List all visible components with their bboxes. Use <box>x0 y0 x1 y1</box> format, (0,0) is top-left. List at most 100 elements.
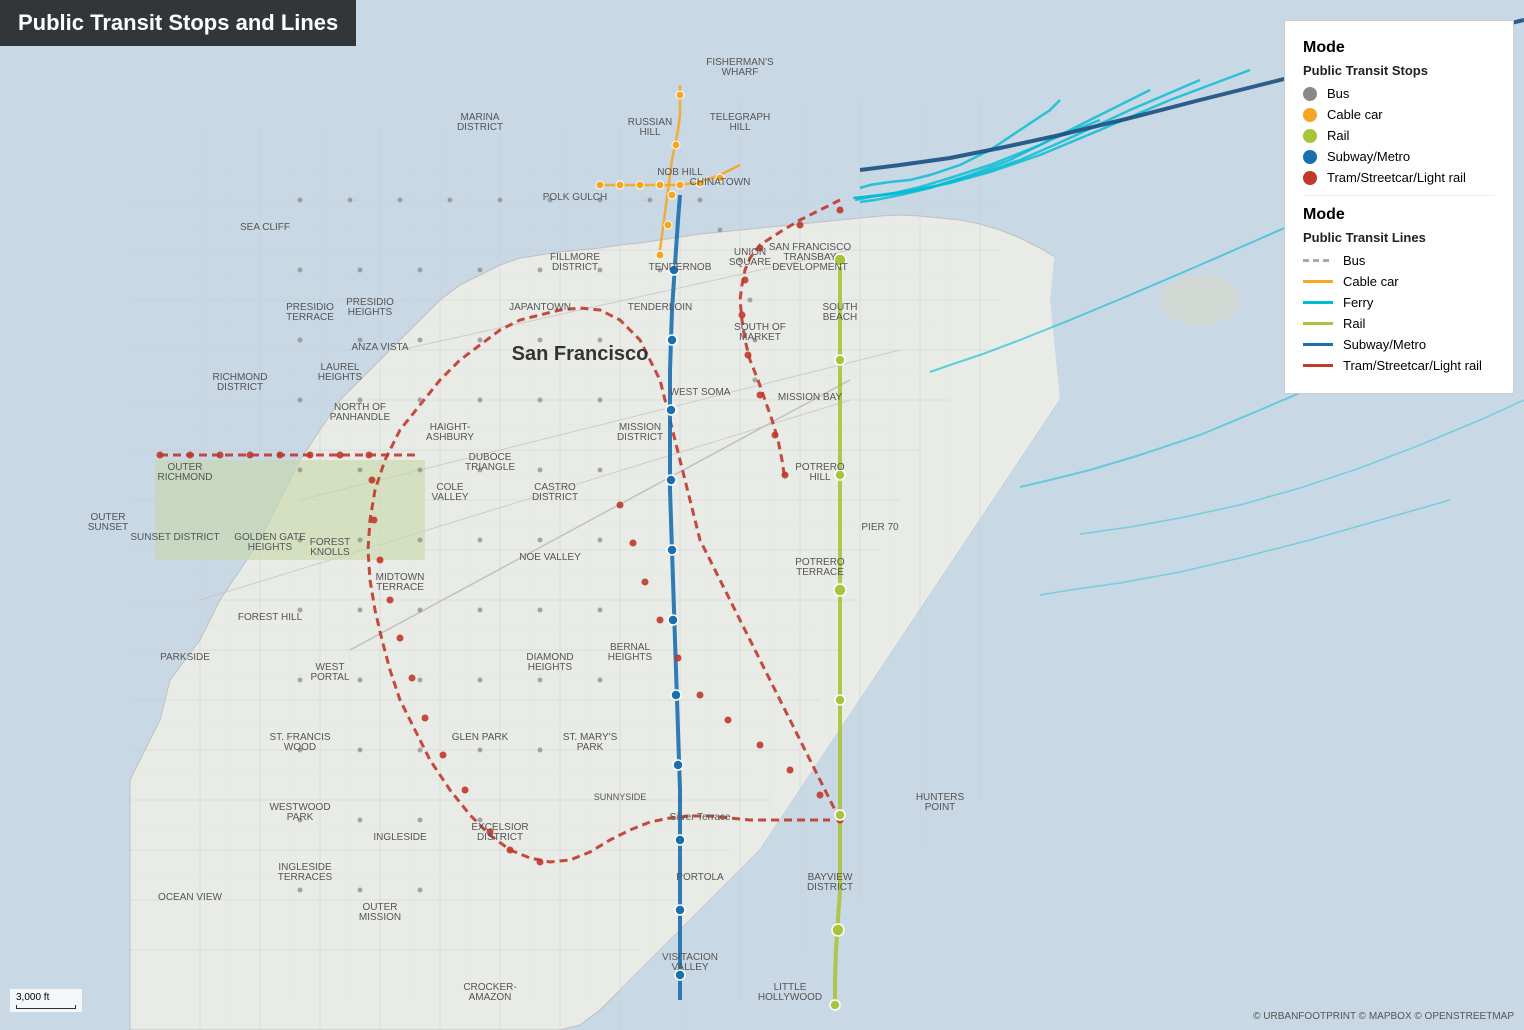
lines-mode-title: Mode <box>1303 206 1495 224</box>
svg-text:SUNSET: SUNSET <box>88 522 129 533</box>
svg-text:HEIGHTS: HEIGHTS <box>528 662 573 673</box>
copyright-text: © URBANFOOTPRINT © MAPBOX © OPENSTREETMA… <box>1253 1011 1514 1022</box>
legend-panel: Mode Public Transit Stops Bus Cable car … <box>1284 20 1514 394</box>
svg-text:DEVELOPMENT: DEVELOPMENT <box>772 262 848 273</box>
svg-text:ANZA VISTA: ANZA VISTA <box>351 342 408 353</box>
svg-text:SUNNYSIDE: SUNNYSIDE <box>594 792 647 802</box>
legend-divider <box>1303 195 1495 196</box>
lines-legend-line <box>1303 259 1333 262</box>
svg-text:OCEAN VIEW: OCEAN VIEW <box>158 892 222 903</box>
svg-text:HILL: HILL <box>729 122 751 133</box>
svg-text:PORTOLA: PORTOLA <box>676 872 724 883</box>
svg-text:DISTRICT: DISTRICT <box>617 432 663 443</box>
stops-legend-item: Subway/Metro <box>1303 149 1495 164</box>
svg-text:HEIGHTS: HEIGHTS <box>318 372 363 383</box>
stops-legend-label: Subway/Metro <box>1327 149 1410 164</box>
svg-text:DISTRICT: DISTRICT <box>552 262 598 273</box>
stops-legend-item: Cable car <box>1303 107 1495 122</box>
stops-legend-dot <box>1303 87 1317 101</box>
svg-text:SEA CLIFF: SEA CLIFF <box>240 222 290 233</box>
stops-legend-dot <box>1303 171 1317 185</box>
svg-text:TERRACE: TERRACE <box>286 312 334 323</box>
svg-text:TENDERLOIN: TENDERLOIN <box>628 302 692 313</box>
svg-text:TENDERNOB: TENDERNOB <box>649 262 712 273</box>
svg-text:WEST SOMA: WEST SOMA <box>670 387 731 398</box>
svg-text:HILL: HILL <box>639 127 661 138</box>
svg-text:HOLLYWOOD: HOLLYWOOD <box>758 992 822 1003</box>
stops-legend-label: Rail <box>1327 128 1349 143</box>
scale-text: 3,000 ft <box>16 992 49 1003</box>
svg-text:MARKET: MARKET <box>739 332 781 343</box>
lines-legend-item: Rail <box>1303 316 1495 331</box>
lines-legend-label: Tram/Streetcar/Light rail <box>1343 358 1482 373</box>
page-title: Public Transit Stops and Lines <box>0 0 356 46</box>
stops-legend-item: Tram/Streetcar/Light rail <box>1303 170 1495 185</box>
svg-text:AMAZON: AMAZON <box>469 992 512 1003</box>
stops-legend-item: Rail <box>1303 128 1495 143</box>
lines-legend-line <box>1303 364 1333 367</box>
svg-text:RICHMOND: RICHMOND <box>158 472 213 483</box>
svg-text:INGLESIDE: INGLESIDE <box>373 832 427 843</box>
svg-text:PARKSIDE: PARKSIDE <box>160 652 210 663</box>
lines-legend-line <box>1303 322 1333 325</box>
scale-line <box>16 1005 76 1009</box>
svg-text:BEACH: BEACH <box>823 312 857 323</box>
svg-text:NOE VALLEY: NOE VALLEY <box>519 552 581 563</box>
svg-text:JAPANTOWN: JAPANTOWN <box>509 302 571 313</box>
svg-text:PARK: PARK <box>287 812 314 823</box>
svg-text:PARK: PARK <box>577 742 604 753</box>
svg-text:PORTAL: PORTAL <box>310 672 350 683</box>
svg-text:DISTRICT: DISTRICT <box>532 492 578 503</box>
lines-legend-line <box>1303 280 1333 283</box>
stops-legend-label: Bus <box>1327 86 1349 101</box>
svg-text:HEIGHTS: HEIGHTS <box>248 542 293 553</box>
svg-text:WHARF: WHARF <box>722 67 759 78</box>
lines-legend-item: Bus <box>1303 253 1495 268</box>
svg-text:VALLEY: VALLEY <box>431 492 468 503</box>
stops-legend-label: Tram/Streetcar/Light rail <box>1327 170 1466 185</box>
svg-text:DISTRICT: DISTRICT <box>477 832 523 843</box>
lines-legend-label: Cable car <box>1343 274 1399 289</box>
svg-text:VALLEY: VALLEY <box>671 962 708 973</box>
svg-text:Silver Terrace: Silver Terrace <box>670 812 731 823</box>
stops-legend-dot <box>1303 108 1317 122</box>
svg-text:KNOLLS: KNOLLS <box>310 547 350 558</box>
svg-text:DISTRICT: DISTRICT <box>217 382 263 393</box>
svg-text:GLEN PARK: GLEN PARK <box>452 732 509 743</box>
svg-text:PIER 70: PIER 70 <box>861 522 899 533</box>
svg-text:FOREST HILL: FOREST HILL <box>238 612 303 623</box>
lines-legend-item: Subway/Metro <box>1303 337 1495 352</box>
stops-legend-item: Bus <box>1303 86 1495 101</box>
svg-text:MISSION: MISSION <box>359 912 401 923</box>
lines-legend-item: Ferry <box>1303 295 1495 310</box>
svg-text:POLK GULCH: POLK GULCH <box>543 192 607 203</box>
svg-text:TERRACE: TERRACE <box>376 582 424 593</box>
svg-text:San Francisco: San Francisco <box>512 343 649 365</box>
lines-legend-label: Ferry <box>1343 295 1373 310</box>
stops-mode-title: Mode <box>1303 39 1495 57</box>
lines-legend-label: Bus <box>1343 253 1365 268</box>
svg-text:PANHANDLE: PANHANDLE <box>330 412 391 423</box>
title-text: Public Transit Stops and Lines <box>18 10 338 35</box>
stops-legend-label: Cable car <box>1327 107 1383 122</box>
lines-legend-label: Rail <box>1343 316 1365 331</box>
lines-legend-item: Cable car <box>1303 274 1495 289</box>
svg-text:DISTRICT: DISTRICT <box>457 122 503 133</box>
svg-text:TRIANGLE: TRIANGLE <box>465 462 515 473</box>
svg-text:HEIGHTS: HEIGHTS <box>608 652 653 663</box>
stops-legend-dot <box>1303 129 1317 143</box>
svg-text:HILL: HILL <box>809 472 831 483</box>
lines-legend-label: Subway/Metro <box>1343 337 1426 352</box>
svg-text:MISSION BAY: MISSION BAY <box>778 392 843 403</box>
svg-text:TERRACES: TERRACES <box>278 872 333 883</box>
lines-subtitle: Public Transit Lines <box>1303 230 1495 245</box>
svg-text:SUNSET DISTRICT: SUNSET DISTRICT <box>130 532 219 543</box>
svg-text:SQUARE: SQUARE <box>729 257 772 268</box>
svg-text:POINT: POINT <box>925 802 956 813</box>
svg-text:ASHBURY: ASHBURY <box>426 432 474 443</box>
lines-legend-items: Bus Cable car Ferry Rail Subway/Metro Tr… <box>1303 253 1495 373</box>
scale-bar: 3,000 ft <box>10 989 82 1012</box>
lines-legend-line <box>1303 343 1333 346</box>
lines-legend-line <box>1303 301 1333 304</box>
stops-legend-dot <box>1303 150 1317 164</box>
